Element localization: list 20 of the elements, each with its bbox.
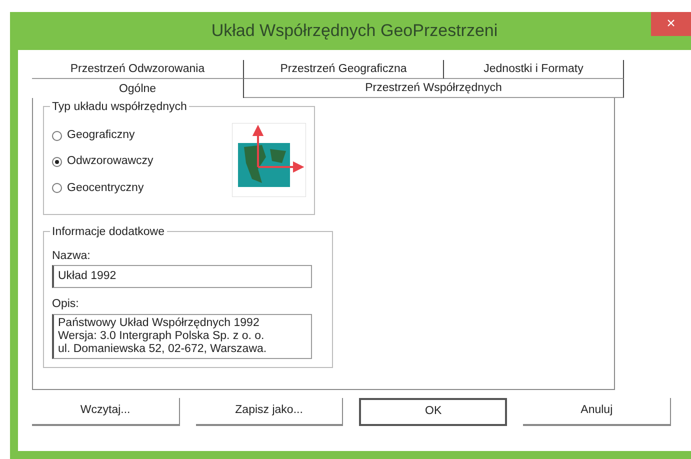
radio-button[interactable] bbox=[52, 130, 62, 141]
radio-label: Geocentryczny bbox=[67, 180, 144, 196]
description-label: Opis: bbox=[52, 297, 80, 312]
map-axes-icon bbox=[232, 123, 306, 197]
name-field[interactable]: Układ 1992 bbox=[52, 265, 312, 288]
dialog-button[interactable]: OK bbox=[359, 398, 508, 426]
tab[interactable]: Przestrzeń Geograficzna bbox=[244, 60, 444, 79]
radio-label: Odwzorowawczy bbox=[67, 154, 154, 170]
radio-label: Geograficzny bbox=[67, 128, 135, 143]
tab[interactable]: Przestrzeń Współrzędnych bbox=[244, 79, 624, 98]
dialog-button[interactable]: Wczytaj... bbox=[32, 398, 180, 426]
dialog-button[interactable]: Anuluj bbox=[523, 398, 671, 426]
radio-button[interactable] bbox=[52, 156, 62, 167]
tab[interactable]: Jednostki i Formaty bbox=[444, 60, 624, 79]
name-label: Nazwa: bbox=[52, 248, 92, 264]
window-title: Układ Współrzędnych GeoPrzestrzeni bbox=[211, 20, 498, 42]
close-button[interactable]: × bbox=[651, 12, 691, 36]
description-field[interactable]: Państwowy Układ Współrzędnych 1992 Wersja: 3.0 Intergraph Polska Sp. z o. o. ul. Domaniewska 52, 02-672, Warszawa. bbox=[52, 314, 312, 358]
radio-button[interactable] bbox=[52, 183, 62, 194]
dialog-button[interactable]: Zapisz jako... bbox=[196, 398, 344, 426]
